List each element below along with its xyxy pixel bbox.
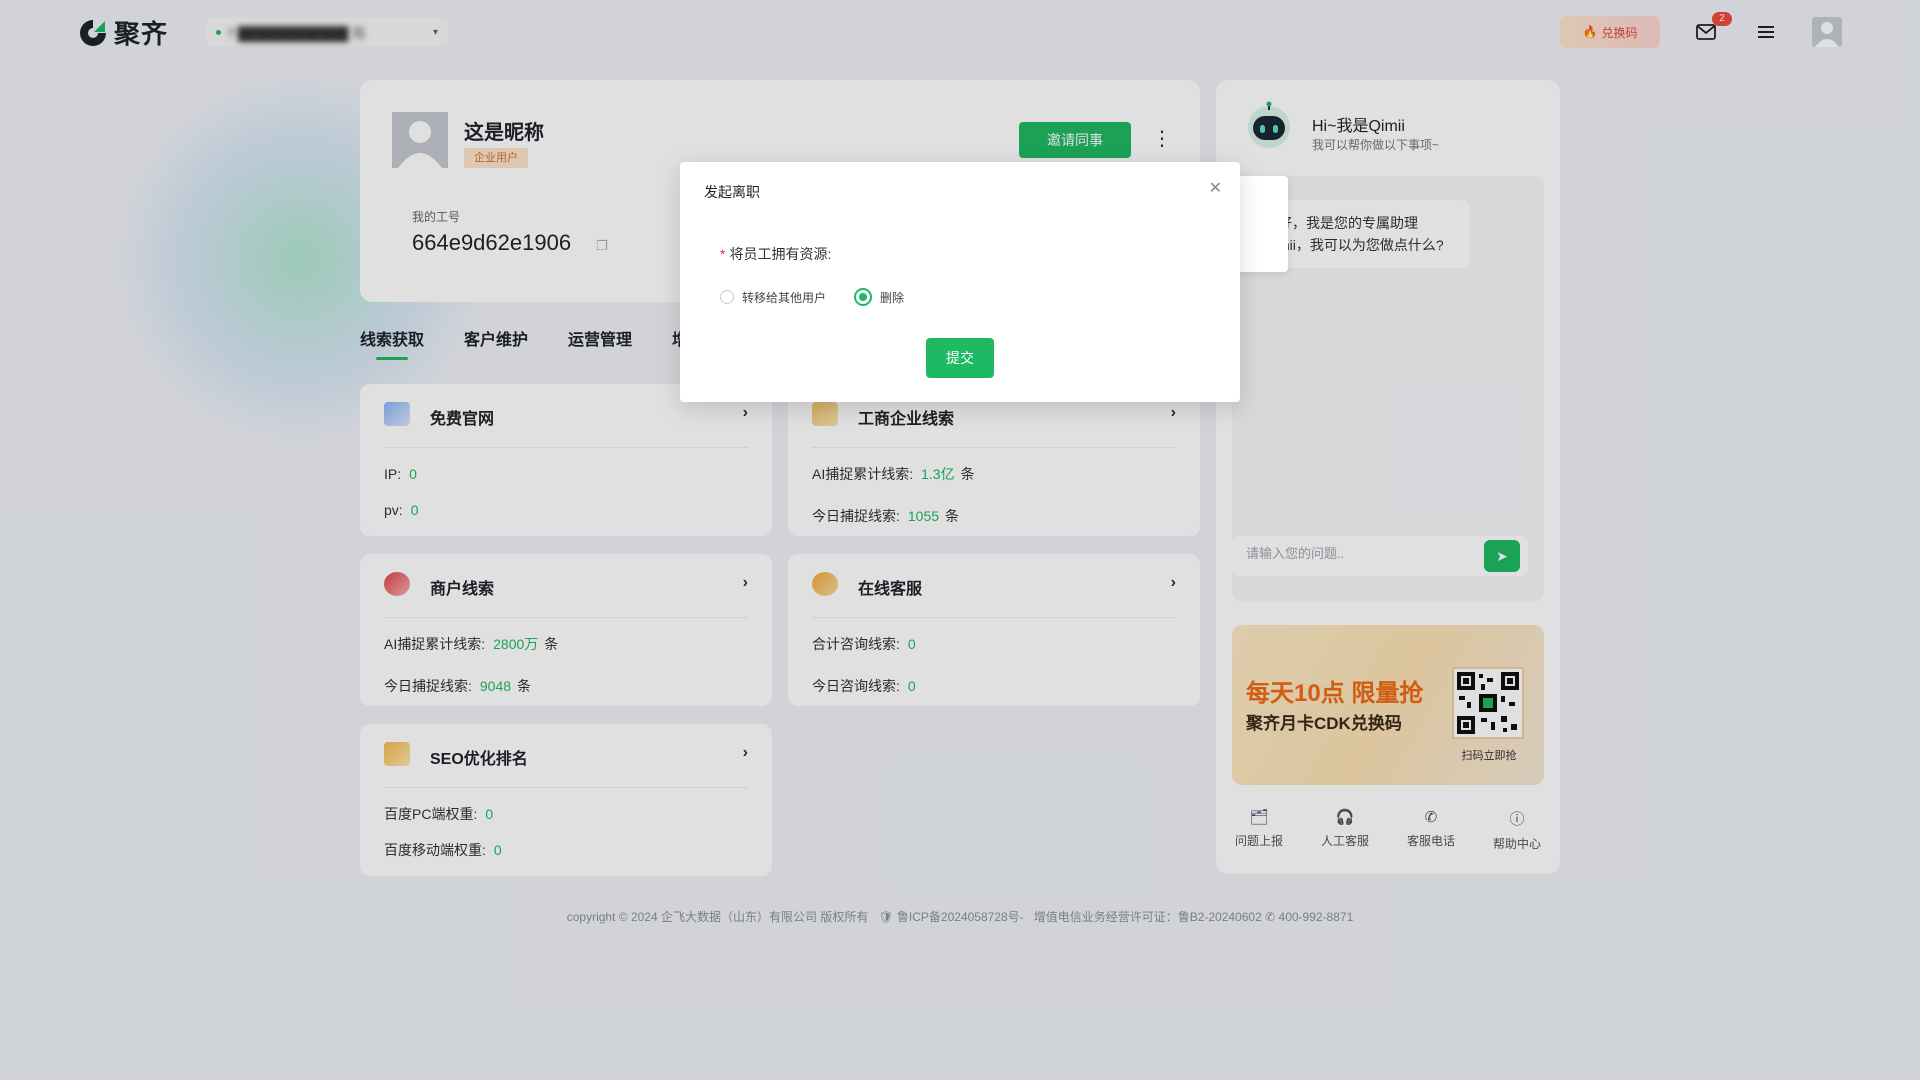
radio-label: 转移给其他用户: [742, 290, 827, 305]
resource-radio-group: 转移给其他用户 删除: [720, 288, 904, 306]
radio-button[interactable]: [720, 290, 734, 304]
resignation-dialog: 发起离职 ✕ * 将员工拥有资源: 转移给其他用户 删除 提交: [680, 162, 1240, 402]
radio-transfer[interactable]: 转移给其他用户: [720, 288, 826, 306]
dialog-title: 发起离职: [704, 184, 760, 200]
radio-button-checked[interactable]: [854, 288, 873, 306]
required-mark: *: [720, 246, 726, 262]
submit-button[interactable]: 提交: [926, 338, 994, 378]
close-icon[interactable]: ✕: [1209, 178, 1222, 198]
radio-label: 删除: [880, 290, 905, 305]
radio-delete[interactable]: 删除: [854, 288, 904, 306]
field-label: * 将员工拥有资源:: [720, 246, 832, 262]
